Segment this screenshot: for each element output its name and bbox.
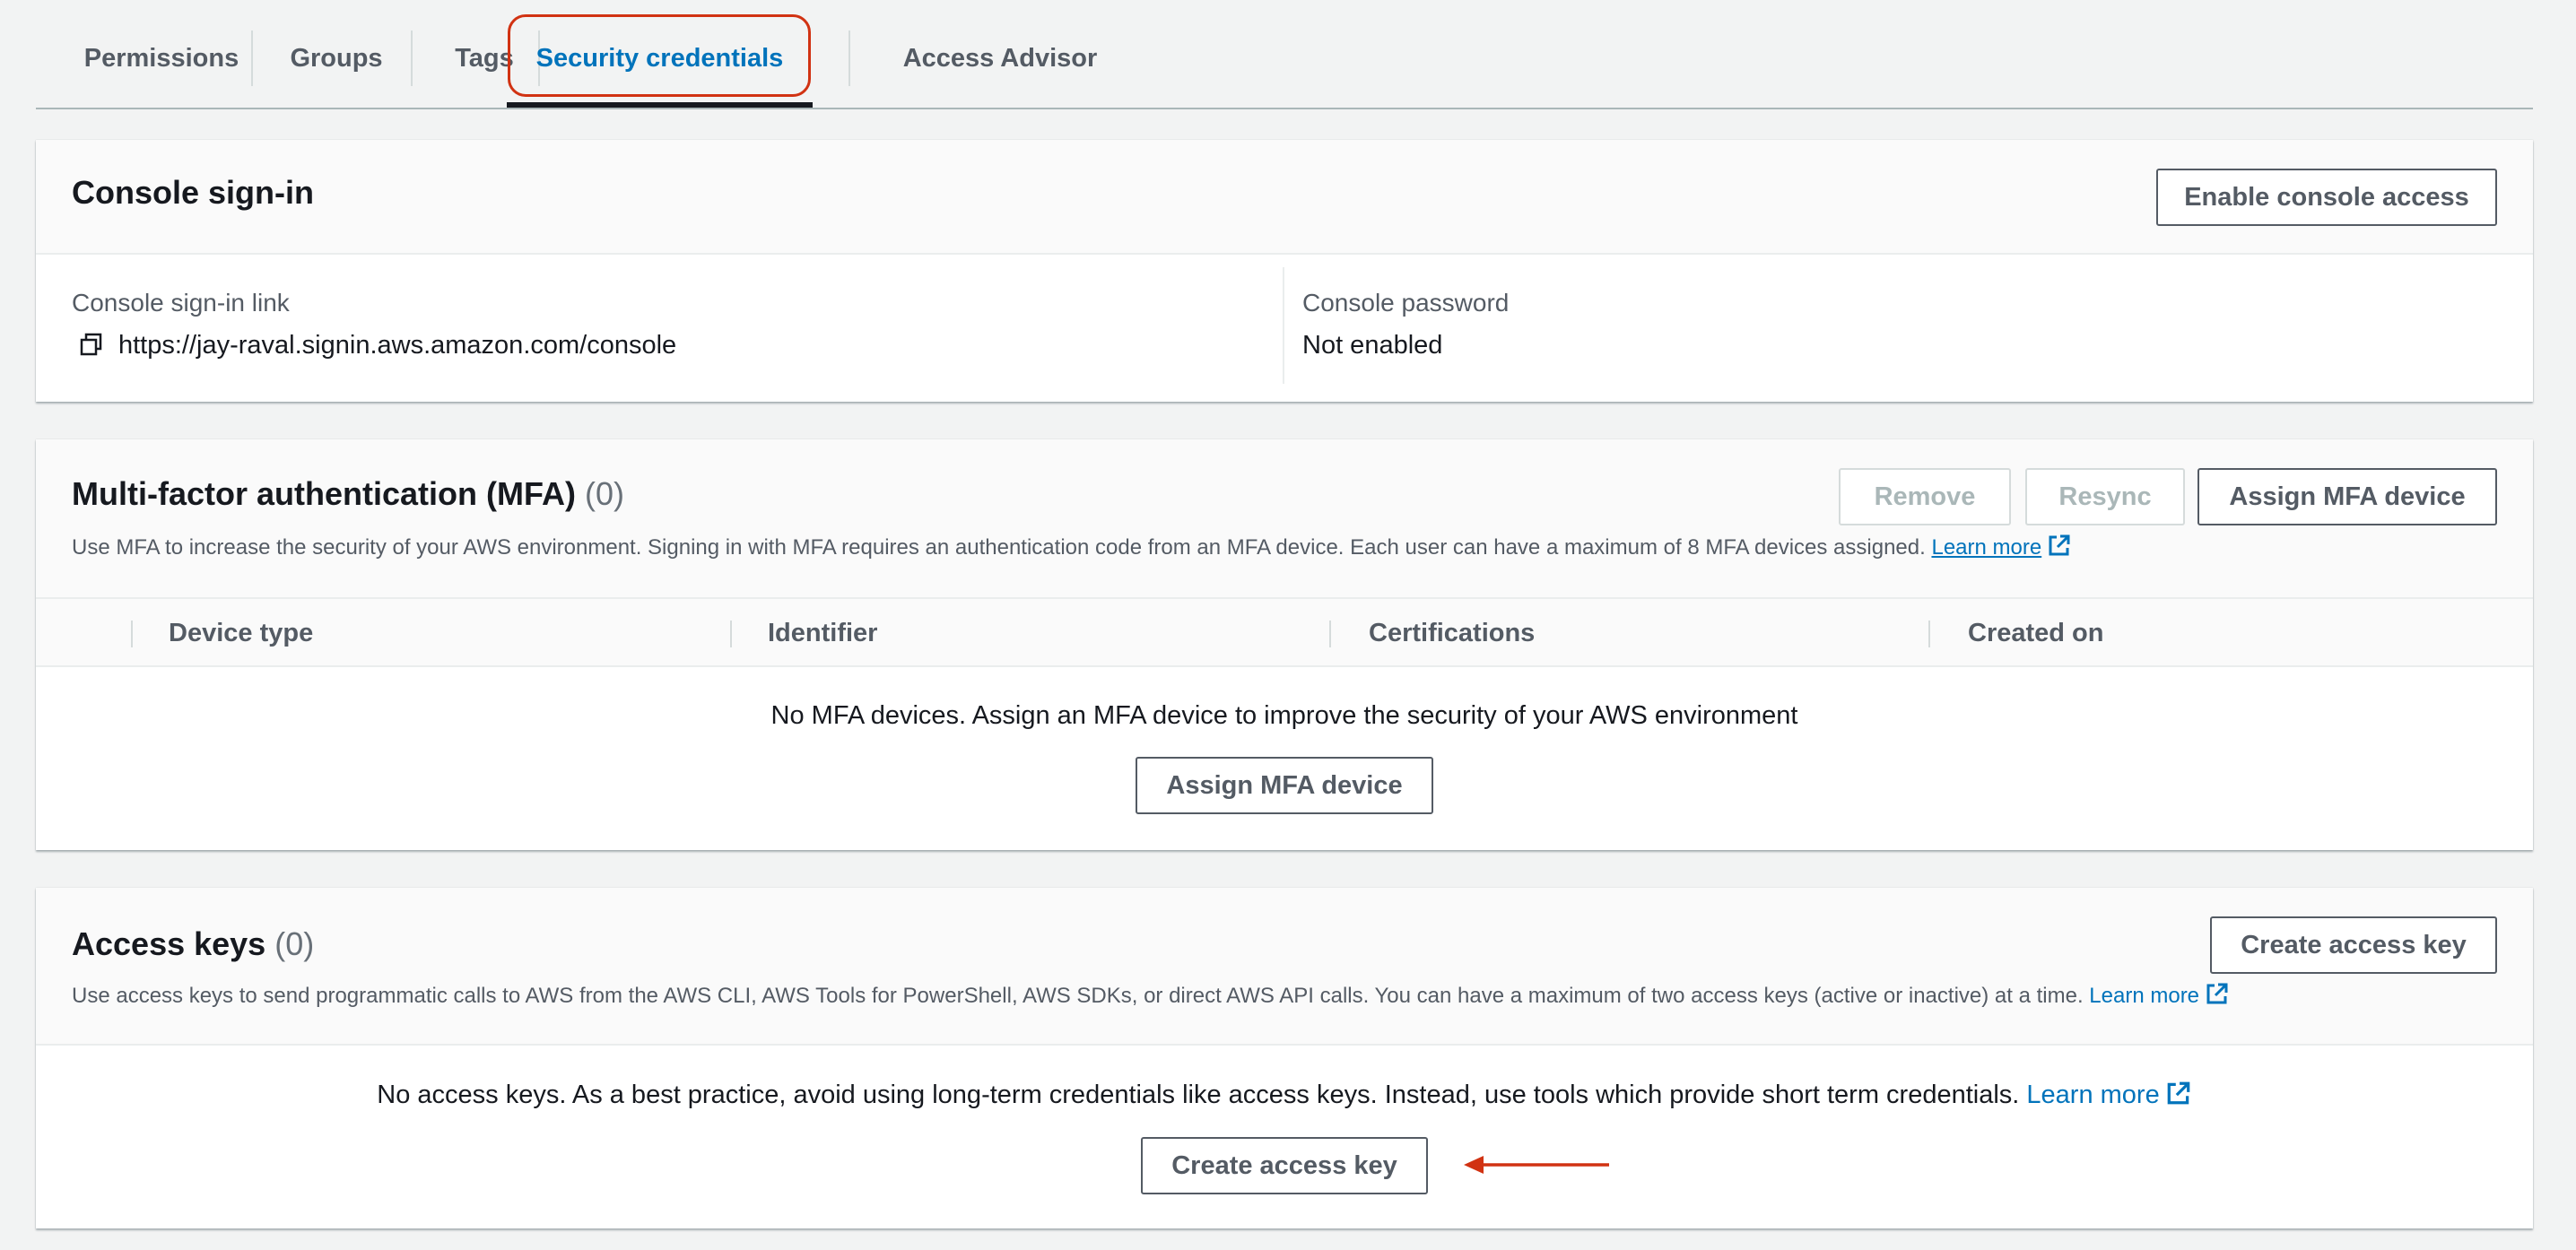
access-keys-learn-more-link[interactable]: Learn more bbox=[2089, 984, 2199, 1008]
column-certifications[interactable]: Certifications bbox=[1369, 599, 1535, 667]
mfa-count: (0) bbox=[584, 475, 624, 512]
access-keys-title-text: Access keys bbox=[72, 925, 266, 962]
access-keys-count: (0) bbox=[274, 925, 315, 962]
mfa-title: Multi-factor authentication (MFA) (0) bbox=[72, 475, 624, 513]
active-tab-indicator bbox=[507, 102, 813, 108]
assign-mfa-device-empty-button[interactable]: Assign MFA device bbox=[1136, 757, 1433, 814]
tab-separator bbox=[849, 30, 850, 86]
tab-groups[interactable]: Groups bbox=[269, 27, 404, 90]
access-keys-title: Access keys (0) bbox=[72, 925, 314, 963]
column-separator bbox=[1329, 621, 1331, 647]
mfa-learn-more-link[interactable]: Learn more bbox=[1931, 535, 2041, 560]
access-keys-header: Access keys (0) Create access key Use ac… bbox=[36, 888, 2533, 1046]
access-keys-description: Use access keys to send programmatic cal… bbox=[72, 981, 2230, 1012]
resync-mfa-button[interactable]: Resync bbox=[2025, 468, 2185, 525]
remove-mfa-button[interactable]: Remove bbox=[1839, 468, 2011, 525]
copy-icon[interactable] bbox=[79, 332, 104, 357]
console-password-value: Not enabled bbox=[1302, 331, 1443, 360]
mfa-table-header: Device type Identifier Certifications Cr… bbox=[36, 599, 2533, 667]
column-identifier[interactable]: Identifier bbox=[768, 599, 877, 667]
tab-bar: Permissions Groups Tags Security credent… bbox=[36, 0, 2533, 109]
console-password-label: Console password bbox=[1302, 289, 1510, 317]
external-link-icon[interactable] bbox=[2205, 981, 2230, 1012]
console-signin-link-value: https://jay-raval.signin.aws.amazon.com/… bbox=[118, 331, 677, 360]
access-keys-empty-learn-more-link[interactable]: Learn more bbox=[2026, 1081, 2159, 1109]
mfa-header: Multi-factor authentication (MFA) (0) Re… bbox=[36, 439, 2533, 599]
column-divider bbox=[1283, 267, 1284, 384]
tab-separator bbox=[411, 30, 413, 86]
console-signin-panel: Console sign-in Enable console access Co… bbox=[36, 140, 2533, 402]
mfa-title-text: Multi-factor authentication (MFA) bbox=[72, 475, 576, 512]
access-keys-panel: Access keys (0) Create access key Use ac… bbox=[36, 888, 2533, 1228]
access-keys-empty-text: No access keys. As a best practice, avoi… bbox=[377, 1081, 2020, 1109]
console-signin-link-label: Console sign-in link bbox=[72, 289, 290, 317]
console-signin-header: Console sign-in Enable console access bbox=[36, 140, 2533, 255]
external-link-icon[interactable] bbox=[2165, 1080, 2192, 1114]
column-separator bbox=[1928, 621, 1930, 647]
access-keys-empty-message: No access keys. As a best practice, avoi… bbox=[36, 1080, 2533, 1114]
create-access-key-button[interactable]: Create access key bbox=[2210, 916, 2497, 974]
column-created-on[interactable]: Created on bbox=[1968, 599, 2103, 667]
tab-security-credentials[interactable]: Security credentials bbox=[507, 27, 813, 90]
create-access-key-empty-button[interactable]: Create access key bbox=[1141, 1137, 1428, 1194]
page: Permissions Groups Tags Security credent… bbox=[0, 0, 2576, 1250]
external-link-icon[interactable] bbox=[2047, 533, 2072, 564]
console-signin-title: Console sign-in bbox=[72, 174, 314, 211]
mfa-description-text: Use MFA to increase the security of your… bbox=[72, 535, 1926, 560]
column-separator bbox=[131, 621, 133, 647]
tab-permissions[interactable]: Permissions bbox=[54, 27, 269, 90]
tab-separator bbox=[251, 30, 253, 86]
mfa-empty-message: No MFA devices. Assign an MFA device to … bbox=[770, 701, 1798, 730]
annotation-arrow-icon bbox=[1464, 1156, 1609, 1174]
tab-access-advisor[interactable]: Access Advisor bbox=[870, 27, 1130, 90]
mfa-description: Use MFA to increase the security of your… bbox=[72, 533, 2072, 564]
mfa-panel: Multi-factor authentication (MFA) (0) Re… bbox=[36, 439, 2533, 850]
column-device-type[interactable]: Device type bbox=[169, 599, 313, 667]
column-separator bbox=[730, 621, 732, 647]
assign-mfa-device-button[interactable]: Assign MFA device bbox=[2197, 468, 2497, 525]
access-keys-description-text: Use access keys to send programmatic cal… bbox=[72, 984, 2084, 1008]
enable-console-access-button[interactable]: Enable console access bbox=[2156, 169, 2497, 226]
